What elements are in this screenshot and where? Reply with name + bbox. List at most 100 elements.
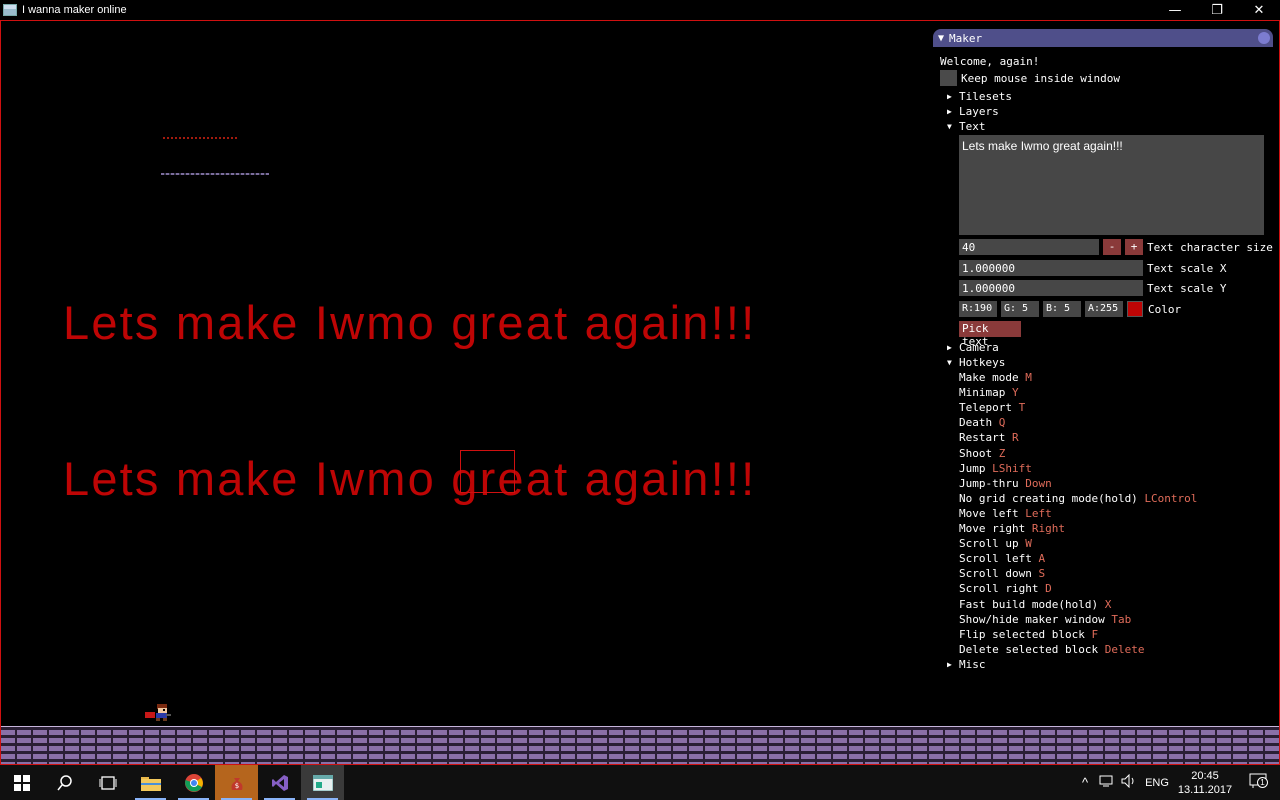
scale-y-input[interactable]: 1.000000 — [959, 280, 1143, 296]
char-size-label: Text character size — [1147, 241, 1273, 254]
color-g-input[interactable]: G: 5 — [1001, 301, 1039, 317]
hotkey-key: X — [1104, 597, 1112, 611]
hotkey-action: Delete selected block — [959, 642, 1099, 656]
hotkey-action: Jump — [959, 461, 986, 475]
hotkey-action: No grid creating mode(hold) — [959, 491, 1138, 505]
color-swatch[interactable] — [1127, 301, 1143, 317]
chevron-up-icon[interactable]: ^ — [1074, 775, 1096, 790]
search-icon — [56, 774, 72, 790]
chrome-icon — [184, 773, 203, 792]
player-sprite — [145, 704, 171, 721]
hotkey-action: Show/hide maker window — [959, 612, 1105, 626]
hotkey-row: No grid creating mode(hold) LControl — [959, 492, 1197, 505]
expand-right-icon: ▶ — [947, 343, 952, 352]
taskbar-game-app[interactable]: $ — [215, 765, 258, 800]
text-object-1[interactable]: Lets make Iwmo great again!!! — [63, 295, 756, 350]
expand-right-icon: ▶ — [947, 92, 952, 101]
notification-center-button[interactable]: 1 — [1236, 773, 1280, 792]
hotkey-row: Minimap Y — [959, 386, 1019, 399]
windows-icon — [13, 774, 30, 791]
taskbar-explorer[interactable] — [129, 765, 172, 800]
tiny-text-object[interactable] — [163, 137, 239, 139]
hotkey-action: Teleport — [959, 401, 1012, 415]
color-a-input[interactable]: A:255 — [1085, 301, 1123, 317]
window-titlebar: I wanna maker online — ❐ ✕ — [0, 0, 1280, 20]
hotkey-action: Move right — [959, 522, 1026, 535]
char-size-plus-button[interactable]: + — [1125, 239, 1143, 255]
tree-node-tilesets[interactable]: ▶ Tilesets — [947, 90, 1012, 103]
hotkey-row: Delete selected block Delete — [959, 643, 1144, 656]
scale-y-label: Text scale Y — [1147, 282, 1227, 295]
hotkey-action: Move left — [959, 506, 1019, 520]
hotkey-key: W — [1025, 537, 1032, 551]
scale-x-input[interactable]: 1.000000 — [959, 260, 1143, 276]
maker-close-icon[interactable] — [1258, 32, 1270, 44]
hotkey-action: Restart — [959, 431, 1006, 445]
clock-date: 13.11.2017 — [1177, 783, 1233, 796]
tree-node-camera[interactable]: ▶ Camera — [947, 341, 999, 354]
hotkey-action: Fast build mode(hold) — [959, 597, 1099, 611]
color-b-input[interactable]: B: 5 — [1043, 301, 1081, 317]
hotkey-key: A — [1038, 552, 1046, 566]
hotkey-action: Make mode — [959, 371, 1019, 384]
language-indicator[interactable]: ENG — [1140, 777, 1174, 789]
hotkey-row: Move right Right — [959, 522, 1065, 535]
network-icon[interactable] — [1096, 774, 1118, 791]
game-canvas[interactable]: Lets make Iwmo great again!!! Lets make … — [0, 20, 1280, 765]
task-view-icon — [99, 775, 116, 790]
hotkey-row: Scroll right D — [959, 582, 1052, 595]
clock[interactable]: 20:45 13.11.2017 — [1174, 769, 1236, 797]
app-window-icon — [312, 774, 333, 791]
hotkey-key: LControl — [1144, 491, 1198, 505]
hotkey-action: Scroll down — [959, 567, 1032, 581]
maker-header[interactable]: ▼ Maker — [933, 29, 1273, 47]
expand-down-icon: ▼ — [947, 358, 952, 367]
taskbar-visual-studio[interactable] — [258, 765, 301, 800]
hotkey-key: F — [1091, 627, 1099, 641]
hotkey-row: Death Q — [959, 416, 1005, 429]
tree-node-text[interactable]: ▼ Text — [947, 120, 986, 133]
maximize-button[interactable]: ❐ — [1196, 0, 1238, 20]
close-button[interactable]: ✕ — [1238, 0, 1280, 20]
char-size-input[interactable]: 40 — [959, 239, 1099, 255]
tree-node-layers[interactable]: ▶ Layers — [947, 105, 999, 118]
hotkey-action: Shoot — [959, 446, 993, 460]
app-icon — [3, 4, 17, 16]
tree-node-misc[interactable]: ▶ Misc — [947, 658, 986, 671]
tiny-platform-object[interactable] — [161, 173, 269, 175]
hotkey-key: Left — [1025, 506, 1052, 520]
color-r-input[interactable]: R:190 — [959, 301, 997, 317]
notification-count: 1 — [1257, 777, 1268, 788]
taskbar-chrome[interactable] — [172, 765, 215, 800]
hotkey-key: LShift — [992, 461, 1032, 475]
minimize-button[interactable]: — — [1154, 0, 1196, 20]
hotkey-row: Fast build mode(hold) X — [959, 598, 1111, 611]
text-content-input[interactable]: Lets make Iwmo great again!!! — [959, 135, 1264, 235]
tree-node-hotkeys[interactable]: ▼ Hotkeys — [947, 356, 1005, 369]
text-object-2[interactable]: Lets make Iwmo great again!!! — [63, 451, 756, 506]
hotkey-row: Scroll up W — [959, 537, 1032, 550]
selection-cursor — [460, 450, 515, 493]
volume-icon[interactable] — [1118, 773, 1140, 791]
task-view-button[interactable] — [86, 765, 129, 800]
pick-text-button[interactable]: Pick text — [959, 321, 1021, 348]
scale-x-label: Text scale X — [1147, 262, 1227, 275]
hotkey-key: Down — [1025, 476, 1052, 490]
hotkey-row: Jump-thru Down — [959, 477, 1052, 490]
hotkey-key: R — [1011, 431, 1019, 445]
taskbar-iwanna-maker[interactable] — [301, 765, 344, 800]
search-button[interactable] — [43, 765, 86, 800]
hotkey-row: Scroll left A — [959, 552, 1045, 565]
collapse-triangle-icon[interactable]: ▼ — [938, 33, 944, 44]
keep-mouse-checkbox[interactable] — [940, 70, 957, 86]
svg-text:$: $ — [234, 782, 238, 790]
hotkey-key: Delete — [1104, 642, 1145, 656]
hotkey-row: Move left Left — [959, 507, 1052, 520]
hotkey-key: Right — [1031, 522, 1065, 535]
hotkey-key: Tab — [1111, 612, 1132, 626]
clock-time: 20:45 — [1191, 769, 1219, 782]
hotkey-row: Scroll down S — [959, 567, 1045, 580]
start-button[interactable] — [0, 765, 43, 800]
hotkey-key: Z — [998, 446, 1006, 460]
char-size-minus-button[interactable]: - — [1103, 239, 1121, 255]
